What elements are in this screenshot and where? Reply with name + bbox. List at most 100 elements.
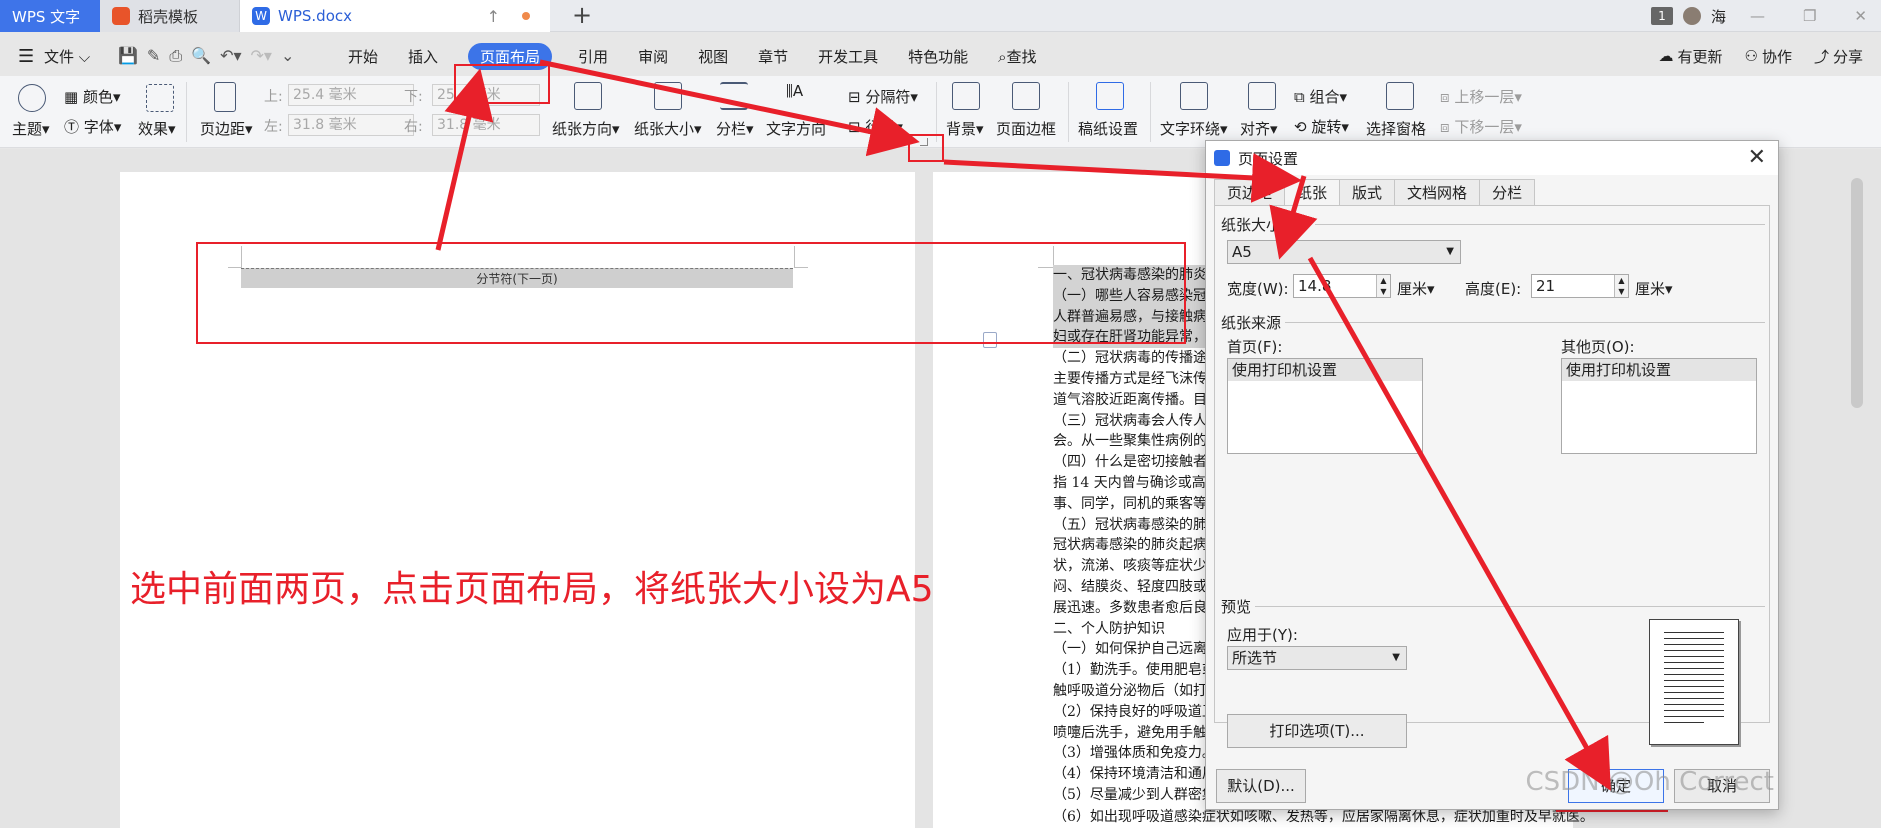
draft-setting-icon[interactable] [1096, 82, 1124, 110]
menu-find[interactable]: ⌕查找 [998, 46, 1036, 67]
height-spinner[interactable]: ▲ ▼ [1614, 275, 1628, 297]
upload-icon[interactable]: ↑ [487, 7, 500, 26]
text-direction-button[interactable]: 文字方向 [766, 118, 826, 139]
print-icon[interactable]: ⎙ [169, 46, 182, 66]
top-margin-field[interactable]: 25.4 毫米 [288, 84, 414, 106]
effect-icon[interactable] [146, 84, 174, 112]
text-wrap-icon[interactable] [1180, 82, 1208, 110]
rotate-button[interactable]: ⟲ 旋转▾ [1294, 116, 1349, 137]
tab-wps-writer[interactable]: WPS 文字 [0, 0, 100, 32]
text-wrap-button[interactable]: 文字环绕▾ [1160, 118, 1228, 139]
minimize-icon[interactable]: — [1750, 7, 1765, 25]
paper-size-group-title: 纸张大小(R) [1221, 216, 1304, 234]
orientation-button[interactable]: 纸张方向▾ [552, 118, 620, 139]
width-unit[interactable]: 厘米▾ [1397, 278, 1435, 299]
text-direction-icon[interactable]: ⫼A [786, 82, 814, 110]
customize-icon[interactable]: ⌄ [281, 46, 294, 66]
redo-icon[interactable]: ↷▾ [251, 46, 272, 66]
user-name[interactable]: 海 [1711, 6, 1726, 27]
width-input[interactable]: 14.8 ▲ ▼ [1293, 274, 1391, 298]
bring-forward-icon: ⧈ [1440, 88, 1450, 106]
restore-icon[interactable]: ❐ [1803, 7, 1816, 25]
line-number-button[interactable]: ⊡ 行号▾ [848, 116, 903, 137]
undo-icon[interactable]: ↶▾ [220, 46, 241, 66]
columns-icon[interactable] [720, 82, 748, 110]
right-margin-field[interactable]: 31.8 毫米 [432, 114, 540, 136]
columns-button[interactable]: 分栏▾ [716, 118, 754, 139]
default-button[interactable]: 默认(D)... [1216, 769, 1306, 803]
page-border-button[interactable]: 页面边框 [996, 118, 1056, 139]
background-icon[interactable] [952, 82, 980, 110]
menu-insert[interactable]: 插入 [408, 46, 438, 67]
draft-setting-label: 稿纸设置 [1078, 120, 1139, 138]
bring-forward-button[interactable]: ⧈ 上移一层▾ [1440, 86, 1522, 107]
close-window-icon[interactable]: ✕ [1854, 7, 1867, 25]
send-backward-button[interactable]: ⧈ 下移一层▾ [1440, 116, 1522, 137]
menu-features[interactable]: 特色功能 [908, 46, 968, 67]
tab-paper[interactable]: 纸张 [1284, 179, 1341, 205]
font-button[interactable]: Ⓣ 字体▾ [64, 116, 121, 137]
print-options-button[interactable]: 打印选项(T)... [1227, 714, 1407, 748]
scrollbar-thumb[interactable] [1851, 178, 1863, 408]
menu-chapter[interactable]: 章节 [758, 46, 788, 67]
align-button[interactable]: 对齐▾ [1240, 118, 1278, 139]
group-button[interactable]: ⧉ 组合▾ [1294, 86, 1347, 107]
tab-columns[interactable]: 分栏 [1479, 179, 1536, 205]
print-preview-icon[interactable]: 🔍 [191, 46, 211, 66]
new-tab-button[interactable]: + [572, 0, 592, 30]
menu-view[interactable]: 视图 [698, 46, 728, 67]
background-button[interactable]: 背景▾ [946, 118, 984, 139]
page-border-icon[interactable] [1012, 82, 1040, 110]
tab-document[interactable]: W WPS.docx ↑ [240, 0, 550, 32]
paper-size-button[interactable]: 纸张大小▾ [634, 118, 702, 139]
account-badge[interactable]: 1 [1650, 7, 1673, 25]
menu-developer[interactable]: 开发工具 [818, 46, 878, 67]
first-page-option[interactable]: 使用打印机设置 [1228, 359, 1422, 381]
orientation-icon[interactable] [574, 82, 602, 110]
share-button[interactable]: ⤴ 分享 [1814, 46, 1863, 67]
bottom-margin-label: 下: [404, 89, 423, 105]
other-pages-listbox[interactable]: 使用打印机设置 [1561, 358, 1757, 454]
tab-document-grid[interactable]: 文档网格 [1394, 179, 1481, 205]
file-menu[interactable]: 文件 ⌵ [44, 46, 90, 67]
tab-template-label: 稻壳模板 [138, 7, 199, 26]
menu-start[interactable]: 开始 [348, 46, 378, 67]
right-margin-label: 右: [404, 119, 423, 135]
apply-to-select[interactable]: 所选节 ▼ [1227, 646, 1407, 670]
draft-setting-button[interactable]: 稿纸设置 [1078, 118, 1138, 139]
left-margin-label: 左: [264, 119, 283, 135]
update-button[interactable]: ☁ 有更新 [1658, 46, 1722, 67]
color-button[interactable]: ▦ 颜色▾ [64, 86, 121, 107]
selection-pane-icon[interactable] [1386, 82, 1414, 110]
menu-references[interactable]: 引用 [578, 46, 608, 67]
avatar[interactable] [1682, 7, 1701, 25]
paper-size-select[interactable]: A5 ▼ [1227, 240, 1461, 264]
format-painter-icon[interactable]: ✎ [147, 46, 160, 66]
height-unit[interactable]: 厘米▾ [1635, 278, 1673, 299]
theme-button[interactable]: 主题▾ [12, 118, 50, 139]
width-spinner[interactable]: ▲ ▼ [1376, 275, 1390, 297]
other-pages-option[interactable]: 使用打印机设置 [1562, 359, 1756, 381]
margins-icon[interactable] [214, 82, 236, 112]
selection-pane-button[interactable]: 选择窗格 [1366, 118, 1426, 139]
tab-margins[interactable]: 页边距 [1214, 179, 1286, 205]
paper-size-icon[interactable] [654, 82, 682, 110]
left-margin-field[interactable]: 31.8 毫米 [288, 114, 414, 136]
tab-layout[interactable]: 版式 [1339, 179, 1396, 205]
collaborate-button[interactable]: ⚇ 协作 [1745, 46, 1792, 67]
save-icon[interactable]: 💾 [118, 46, 138, 66]
effect-button[interactable]: 效果▾ [138, 118, 176, 139]
vertical-scrollbar[interactable] [1851, 160, 1863, 828]
theme-icon[interactable] [18, 84, 46, 112]
height-input[interactable]: 21 ▲ ▼ [1531, 274, 1629, 298]
tab-template[interactable]: 稻壳模板 [100, 0, 240, 32]
page-setup-dialog: 页面设置 ✕ 页边距 纸张 版式 文档网格 分栏 纸张大小(R) A5 ▼ 宽度… [1205, 140, 1779, 810]
dialog-title-bar[interactable]: 页面设置 [1206, 141, 1778, 175]
margins-button[interactable]: 页边距▾ [200, 118, 253, 139]
align-icon[interactable] [1248, 82, 1276, 110]
menu-review[interactable]: 审阅 [638, 46, 668, 67]
separator-button[interactable]: ⊟ 分隔符▾ [848, 86, 918, 107]
first-page-listbox[interactable]: 使用打印机设置 [1227, 358, 1423, 454]
close-icon[interactable]: ✕ [1748, 145, 1766, 170]
hamburger-icon[interactable]: ☰ [18, 46, 34, 67]
